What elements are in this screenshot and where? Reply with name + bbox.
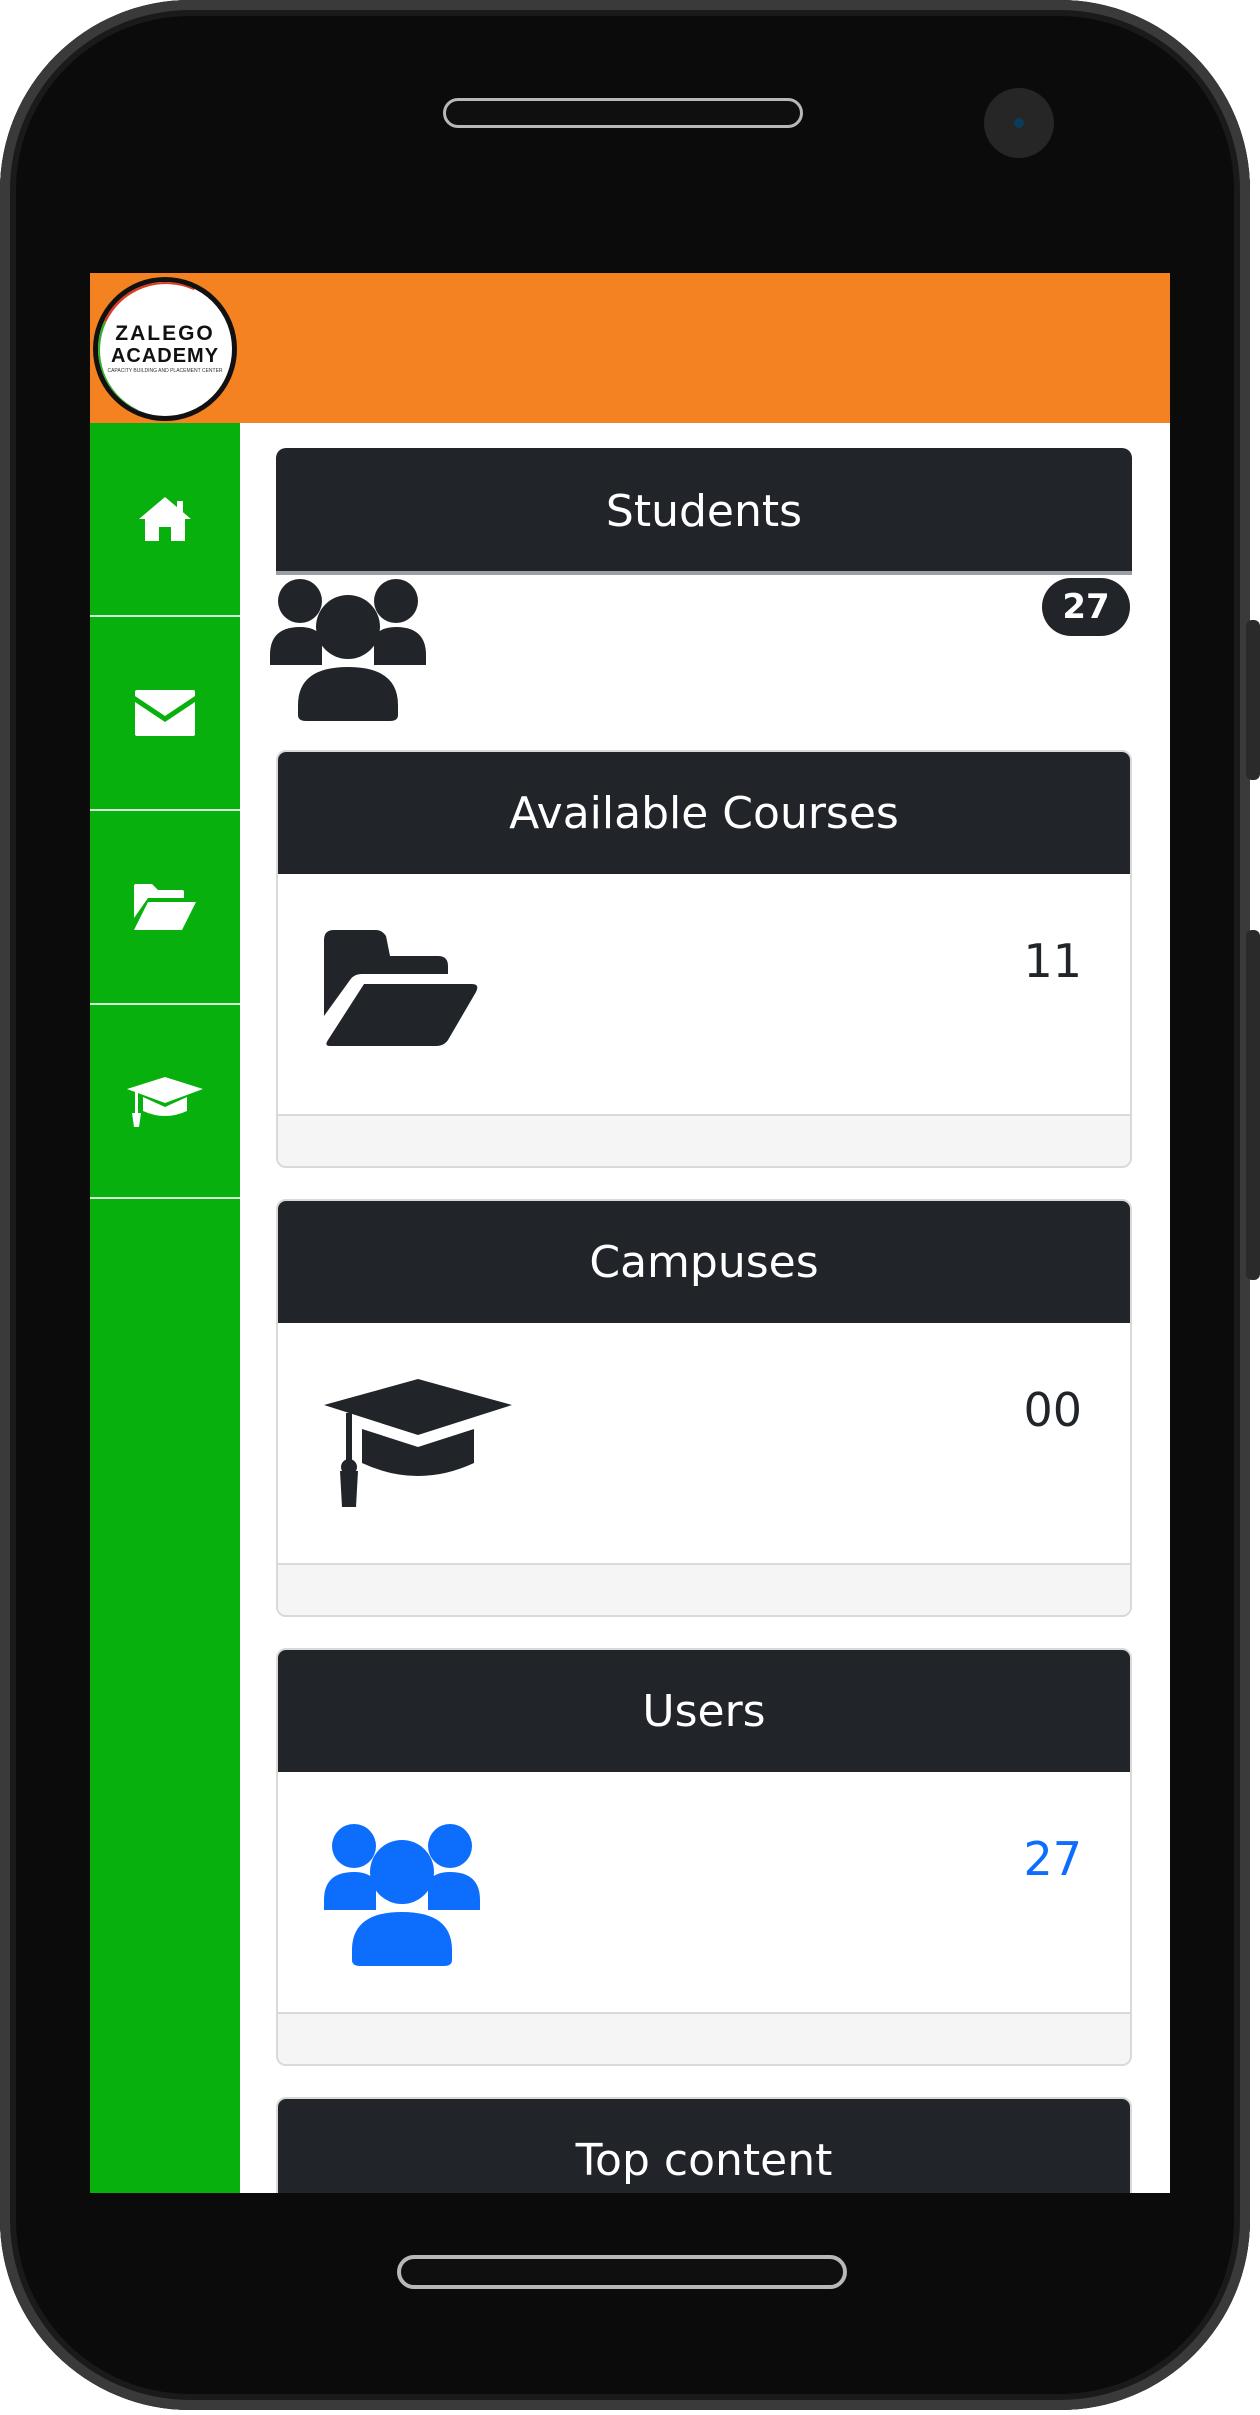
card-header: Top content	[278, 2099, 1130, 2193]
students-title: Students	[605, 486, 803, 537]
power-button[interactable]	[1246, 930, 1260, 1280]
card-footer	[278, 1563, 1130, 1615]
sidebar-item-home[interactable]	[90, 423, 240, 617]
folder-open-icon	[134, 884, 196, 930]
app-header: ZALEGO ACADEMY CAPACITY BUILDING AND PLA…	[90, 273, 1170, 423]
users-card[interactable]: Users 27	[276, 1648, 1132, 2066]
users-count: 27	[1023, 1832, 1082, 1886]
home-button[interactable]	[397, 2255, 847, 2289]
available-courses-card[interactable]: Available Courses 11	[276, 750, 1132, 1168]
card-title: Available Courses	[509, 787, 899, 839]
front-camera	[984, 88, 1054, 158]
dashboard-content: Students 27 Available Courses 11 Campuse…	[240, 423, 1170, 2193]
students-header: Students	[276, 448, 1132, 575]
sidebar-nav	[90, 423, 240, 2193]
graduation-cap-icon	[324, 1379, 512, 1507]
app-screen: ZALEGO ACADEMY CAPACITY BUILDING AND PLA…	[90, 273, 1170, 2193]
users-icon	[270, 579, 426, 721]
volume-button[interactable]	[1246, 620, 1260, 780]
card-title: Campuses	[589, 1236, 819, 1288]
card-header: Campuses	[278, 1201, 1130, 1323]
card-header: Users	[278, 1650, 1130, 1772]
earpiece-speaker	[443, 98, 803, 128]
envelope-icon	[135, 690, 195, 736]
sidebar-item-messages[interactable]	[90, 617, 240, 811]
card-body: 11	[278, 874, 1130, 1114]
folder-open-icon	[324, 930, 478, 1046]
card-body: 27	[278, 1772, 1130, 2012]
zalego-academy-logo[interactable]: ZALEGO ACADEMY CAPACITY BUILDING AND PLA…	[93, 277, 237, 421]
card-title: Top content	[575, 2134, 833, 2186]
card-title: Users	[642, 1685, 766, 1737]
students-count-badge: 27	[1042, 578, 1130, 636]
courses-count: 11	[1023, 934, 1082, 988]
card-footer	[278, 1114, 1130, 1166]
users-icon	[324, 1824, 480, 1966]
sidebar-item-courses[interactable]	[90, 811, 240, 1005]
logo-ring	[98, 282, 232, 416]
campuses-count: 00	[1023, 1383, 1082, 1437]
home-icon	[139, 497, 191, 541]
card-footer	[278, 2012, 1130, 2064]
card-body: 00	[278, 1323, 1130, 1563]
campuses-card[interactable]: Campuses 00	[276, 1199, 1132, 1617]
graduation-cap-icon	[127, 1077, 203, 1127]
sidebar-item-campuses[interactable]	[90, 1005, 240, 1199]
top-content-card[interactable]: Top content	[276, 2097, 1132, 2193]
card-header: Available Courses	[278, 752, 1130, 874]
